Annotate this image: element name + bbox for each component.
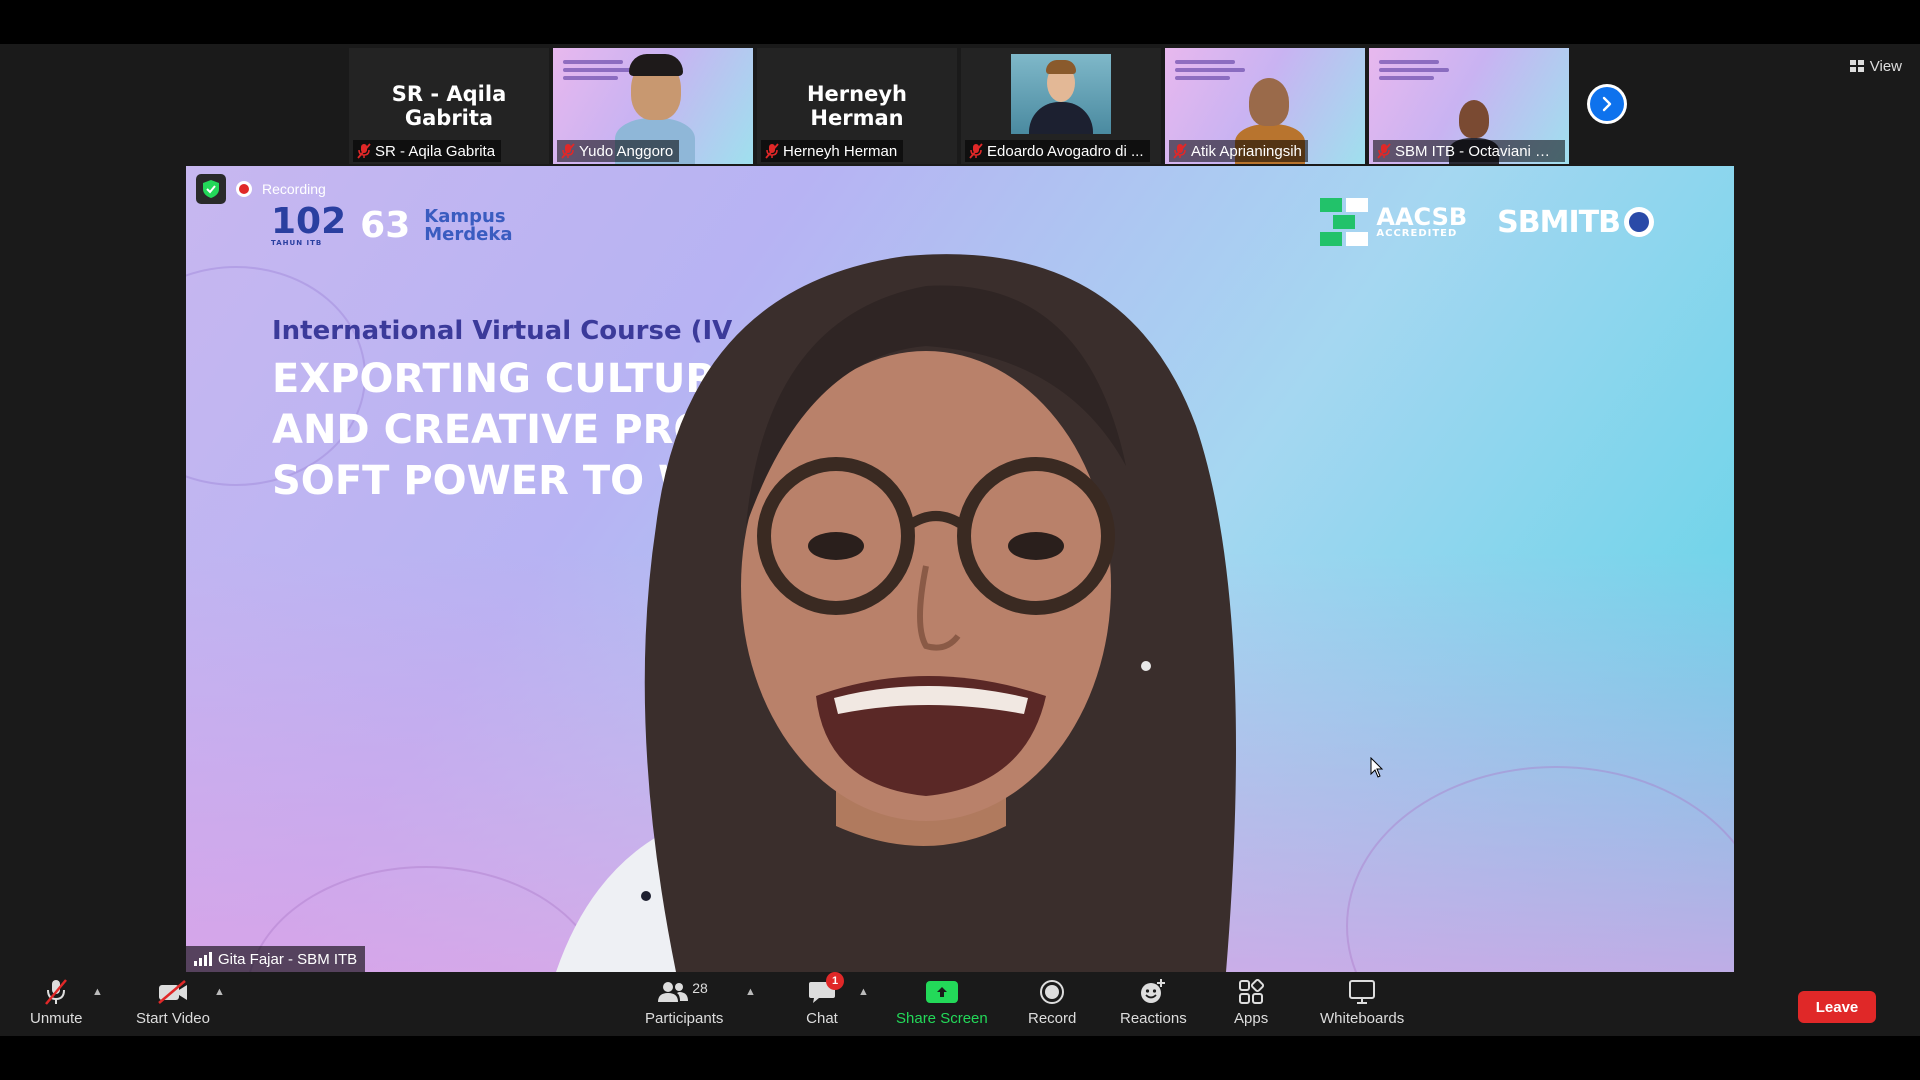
participant-label: SBM ITB - Octaviani R. ... bbox=[1373, 140, 1565, 162]
mic-muted-icon bbox=[561, 143, 575, 159]
whiteboard-icon bbox=[1346, 978, 1378, 1006]
participant-name: Atik Aprianingsih bbox=[1191, 142, 1302, 160]
view-label: View bbox=[1869, 57, 1902, 75]
audio-options-caret-icon[interactable]: ▲ bbox=[92, 986, 103, 998]
whiteboards-label: Whiteboards bbox=[1320, 1010, 1405, 1027]
person-body-shape bbox=[1029, 102, 1093, 134]
participant-tile[interactable]: Edoardo Avogadro di ... bbox=[961, 48, 1161, 164]
recording-label: Recording bbox=[262, 181, 326, 197]
participant-label: Atik Aprianingsih bbox=[1169, 140, 1308, 162]
participant-filmstrip: SR - Aqila Gabrita SR - Aqila Gabrita Yu… bbox=[349, 48, 1569, 164]
person-head-shape bbox=[1459, 100, 1489, 138]
webcam-frame bbox=[1011, 54, 1111, 134]
record-button[interactable]: Record bbox=[1028, 978, 1076, 1027]
chat-button[interactable]: 1 Chat bbox=[806, 972, 844, 1027]
participant-name: SR - Aqila Gabrita bbox=[375, 142, 496, 160]
share-screen-button[interactable]: Share Screen bbox=[896, 978, 988, 1027]
grid-icon bbox=[1849, 60, 1864, 72]
participant-name-large: Herneyh Herman bbox=[806, 82, 907, 130]
start-video-label: Start Video bbox=[136, 1010, 210, 1027]
recording-indicator: Recording bbox=[196, 174, 326, 204]
participant-name: Herneyh Herman bbox=[783, 142, 898, 160]
reactions-icon bbox=[1137, 978, 1169, 1006]
chevron-right-icon bbox=[1602, 96, 1612, 112]
leave-button[interactable]: Leave bbox=[1798, 991, 1876, 1023]
zoom-meeting-window: SR - Aqila Gabrita SR - Aqila Gabrita Yu… bbox=[0, 44, 1920, 1036]
participant-tile[interactable]: SR - Aqila Gabrita SR - Aqila Gabrita bbox=[349, 48, 549, 164]
record-label: Record bbox=[1028, 1010, 1077, 1027]
recording-dot-icon bbox=[236, 181, 252, 197]
unmute-label: Unmute bbox=[30, 1010, 83, 1027]
participant-label: Edoardo Avogadro di ... bbox=[965, 140, 1150, 162]
participant-tile[interactable]: Yudo Anggoro bbox=[553, 48, 753, 164]
chat-label: Chat bbox=[806, 1010, 838, 1027]
participants-count: 28 bbox=[692, 980, 708, 996]
participant-name: Yudo Anggoro bbox=[579, 142, 674, 160]
person-hair-shape bbox=[629, 54, 683, 76]
reactions-label: Reactions bbox=[1120, 1010, 1187, 1027]
speaker-name: Gita Fajar - SBM ITB bbox=[218, 950, 358, 968]
mic-muted-icon bbox=[357, 143, 371, 159]
participant-label: Yudo Anggoro bbox=[557, 140, 680, 162]
participant-label: SR - Aqila Gabrita bbox=[353, 140, 502, 162]
meeting-toolbar: Unmute ▲ Start Video ▲ 28 Participants ▲… bbox=[0, 972, 1920, 1036]
unmute-button[interactable]: Unmute bbox=[30, 978, 83, 1027]
video-off-icon bbox=[157, 978, 189, 1006]
active-speaker-video[interactable]: 102 TAHUN ITB 63 Kampus Merdeka AACSB ACCR… bbox=[186, 166, 1734, 972]
share-screen-icon bbox=[925, 978, 958, 1006]
signal-strength-icon bbox=[194, 952, 212, 966]
chat-icon: 1 bbox=[806, 972, 844, 1006]
security-shield-icon[interactable] bbox=[196, 174, 226, 204]
mic-muted-icon bbox=[765, 143, 779, 159]
chat-options-caret-icon[interactable]: ▲ bbox=[858, 986, 869, 998]
bottom-black-band bbox=[0, 1036, 1920, 1080]
participant-tile[interactable]: Atik Aprianingsih bbox=[1165, 48, 1365, 164]
mic-muted-icon bbox=[40, 978, 72, 1006]
mic-muted-icon bbox=[969, 143, 983, 159]
mic-muted-icon bbox=[1377, 143, 1391, 159]
person-hair-shape bbox=[1046, 60, 1076, 74]
chat-unread-badge: 1 bbox=[826, 972, 844, 990]
top-black-band bbox=[0, 0, 1920, 44]
whiteboards-button[interactable]: Whiteboards bbox=[1320, 978, 1404, 1027]
slide-thumbnail-text bbox=[1175, 60, 1245, 84]
participant-tile[interactable]: SBM ITB - Octaviani R. ... bbox=[1369, 48, 1569, 164]
mouse-cursor-icon bbox=[1370, 757, 1384, 778]
participants-options-caret-icon[interactable]: ▲ bbox=[745, 986, 756, 998]
presenter-video bbox=[556, 254, 1236, 972]
active-speaker-label: Gita Fajar - SBM ITB bbox=[186, 946, 366, 972]
share-screen-label: Share Screen bbox=[896, 1010, 988, 1027]
participant-name-large: SR - Aqila Gabrita bbox=[391, 82, 507, 130]
participant-tile[interactable]: Herneyh Herman Herneyh Herman bbox=[757, 48, 957, 164]
slide-thumbnail-text bbox=[1379, 60, 1449, 84]
view-button[interactable]: View bbox=[1849, 54, 1902, 78]
slide-thumbnail-text bbox=[563, 60, 633, 84]
video-options-caret-icon[interactable]: ▲ bbox=[214, 986, 225, 998]
participants-icon: 28 bbox=[654, 978, 714, 1006]
apps-label: Apps bbox=[1234, 1010, 1269, 1027]
start-video-button[interactable]: Start Video bbox=[136, 978, 210, 1027]
participant-name: SBM ITB - Octaviani R. ... bbox=[1395, 142, 1559, 160]
participants-button[interactable]: 28 Participants bbox=[645, 978, 723, 1027]
participant-name: Edoardo Avogadro di ... bbox=[987, 142, 1144, 160]
apps-icon bbox=[1235, 978, 1267, 1006]
participants-label: Participants bbox=[645, 1010, 724, 1027]
person-head-shape bbox=[1249, 78, 1289, 126]
mic-muted-icon bbox=[1173, 143, 1187, 159]
participant-label: Herneyh Herman bbox=[761, 140, 904, 162]
filmstrip-next-button[interactable] bbox=[1587, 84, 1627, 124]
reactions-button[interactable]: Reactions bbox=[1120, 978, 1187, 1027]
record-icon bbox=[1036, 978, 1068, 1006]
apps-button[interactable]: Apps bbox=[1234, 978, 1268, 1027]
